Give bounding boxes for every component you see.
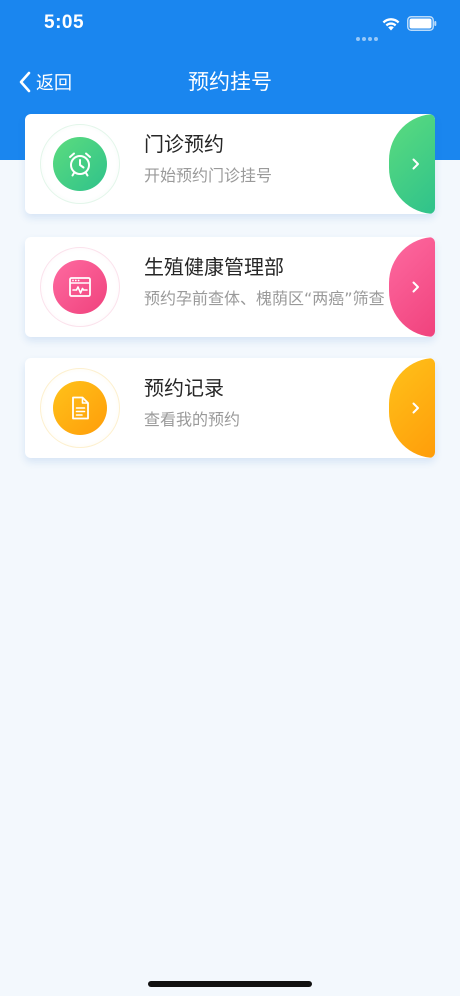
icon-ring [40,124,120,204]
card-title: 生殖健康管理部 [144,255,284,279]
status-bar: 5:05 [0,0,460,50]
browser-heartbeat-icon [53,260,107,314]
battery-icon [407,16,437,31]
appointment-page: 5:05 返回 预约挂号 门诊预约 开始预约门诊挂号 生殖健康管理部 预约孕前查… [0,0,460,996]
document-icon [53,381,107,435]
icon-ring [40,368,120,448]
card-title: 门诊预约 [144,132,224,156]
status-time: 5:05 [44,12,85,33]
card-subtitle: 开始预约门诊挂号 [144,166,273,185]
alarm-clock-icon [53,137,107,191]
chevron-right-icon [412,158,419,170]
appointment-records-card[interactable]: 预约记录 查看我的预约 [25,358,435,458]
card-subtitle: 预约孕前查体、槐荫区“两癌”筛查 [144,289,385,308]
reproductive-health-card[interactable]: 生殖健康管理部 预约孕前查体、槐荫区“两癌”筛查 [25,237,435,337]
card-arrow-button[interactable] [389,114,435,214]
card-arrow-button[interactable] [389,358,435,458]
outpatient-appointment-card[interactable]: 门诊预约 开始预约门诊挂号 [25,114,435,214]
chevron-right-icon [412,281,419,293]
chevron-right-icon [412,402,419,414]
icon-ring [40,247,120,327]
wifi-icon [382,18,400,31]
cellular-signal-icon [356,26,380,45]
home-indicator[interactable] [148,981,312,987]
card-subtitle: 查看我的预约 [144,410,241,429]
card-title: 预约记录 [144,376,224,400]
card-arrow-button[interactable] [389,237,435,337]
page-title: 预约挂号 [188,70,272,94]
